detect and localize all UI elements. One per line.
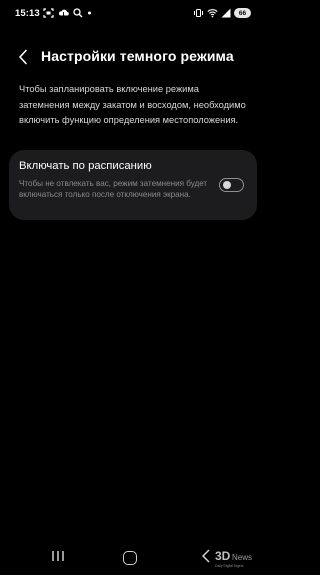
wifi-icon — [207, 8, 218, 18]
toggle-knob — [222, 180, 231, 189]
watermark-brand: 3D — [215, 549, 231, 563]
battery-level: 66 — [238, 9, 247, 17]
recents-button[interactable] — [50, 550, 66, 566]
signal-icon — [221, 8, 231, 18]
watermark-news: News — [232, 553, 252, 562]
cloud-icon — [58, 8, 69, 18]
nav-back-button[interactable] — [199, 548, 213, 568]
screenshot-icon — [43, 8, 54, 18]
home-button[interactable] — [123, 551, 137, 565]
schedule-setting-title: Включать по расписанию — [19, 160, 152, 172]
header: Настройки темного режима — [0, 40, 265, 74]
watermark-logo: 3D News Daily Digital Digest — [213, 548, 263, 570]
back-icon — [201, 548, 211, 568]
location-description: Чтобы запланировать включение режима зат… — [19, 84, 246, 125]
watermark-tagline: Daily Digital Digest — [215, 564, 244, 568]
status-right-icons: 66 — [193, 8, 251, 18]
status-time: 15:13 — [15, 8, 40, 19]
battery-icon: 66 — [234, 8, 251, 18]
schedule-setting-subtitle: Чтобы не отвлекать вас, режим затемнения… — [19, 179, 208, 200]
schedule-toggle[interactable] — [219, 178, 244, 192]
status-bar: 15:13 66 — [0, 0, 265, 30]
vibrate-icon — [193, 8, 204, 18]
page-title: Настройки темного режима — [41, 48, 234, 64]
schedule-setting-card[interactable]: Включать по расписанию Чтобы не отвлекат… — [9, 150, 257, 220]
dot-icon — [87, 8, 92, 18]
back-button[interactable] — [12, 48, 34, 70]
search-icon — [73, 8, 83, 18]
chevron-left-icon — [18, 49, 28, 70]
status-left-icons — [43, 8, 92, 18]
recents-icon — [51, 549, 65, 567]
